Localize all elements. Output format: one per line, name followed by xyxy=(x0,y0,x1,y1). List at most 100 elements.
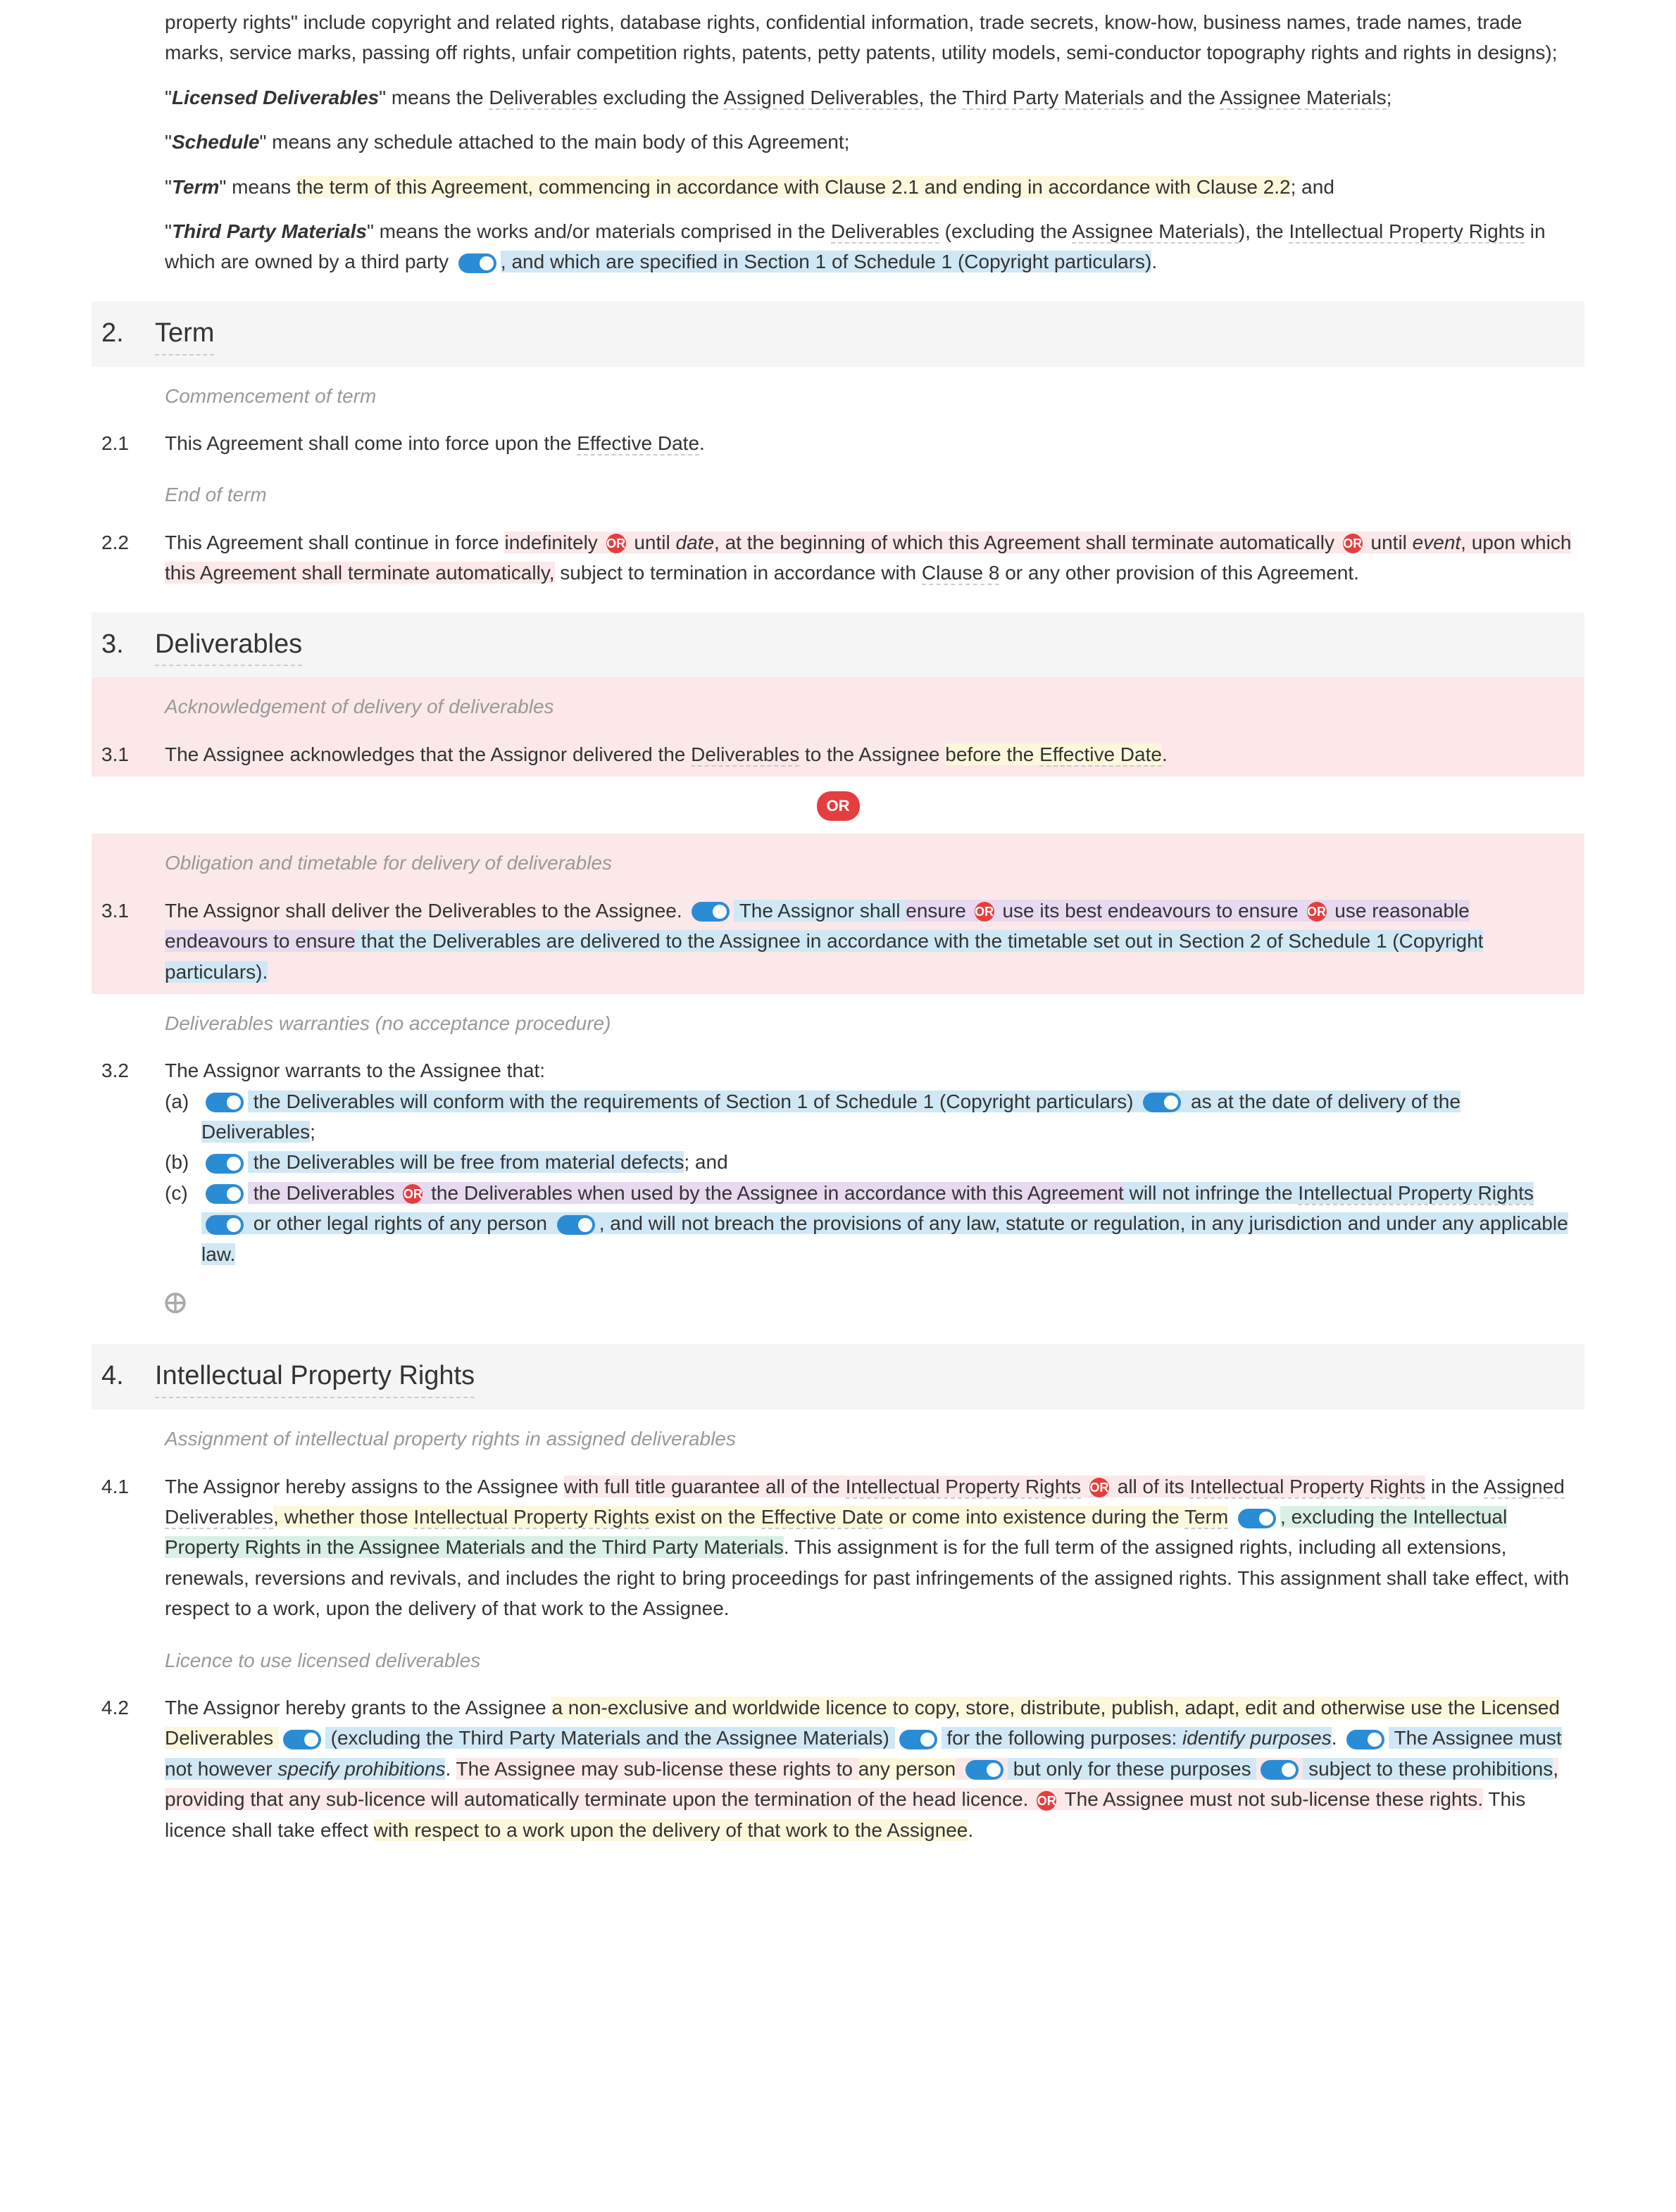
text: . xyxy=(445,1758,456,1780)
toggle-icon[interactable] xyxy=(965,1760,1003,1780)
or-badge[interactable]: OR xyxy=(403,1184,423,1204)
text: or any other provision of this Agreement… xyxy=(999,562,1359,584)
term: Third Party Materials xyxy=(172,220,367,242)
text: in the xyxy=(1425,1476,1484,1497)
toggle-icon[interactable] xyxy=(283,1730,321,1749)
toggle-icon[interactable] xyxy=(206,1093,244,1112)
text: ; and xyxy=(1291,176,1334,198)
text: with full title guarantee all of the xyxy=(564,1476,846,1497)
ref-ipr: Intellectual Property Rights xyxy=(1289,220,1525,244)
section-num: 3. xyxy=(92,624,155,667)
toggle-icon[interactable] xyxy=(1238,1509,1276,1528)
subtitle: Obligation and timetable for delivery of… xyxy=(92,834,1584,888)
text: before the xyxy=(945,743,1039,765)
clause-num: 2.1 xyxy=(92,428,165,458)
text: The Assignor hereby assigns to the Assig… xyxy=(165,1476,564,1497)
letter: (a) xyxy=(165,1086,201,1148)
clause-body: The Assignor shall deliver the Deliverab… xyxy=(165,896,1584,987)
text: ; xyxy=(310,1121,315,1143)
alt-block-1: Acknowledgement of delivery of deliverab… xyxy=(92,677,1584,777)
term: Term xyxy=(172,176,219,198)
section-num: 4. xyxy=(92,1355,155,1398)
clause-body: The Assignor warrants to the Assignee th… xyxy=(165,1055,1584,1269)
text: the Deliverables xyxy=(248,1182,400,1204)
ref-deliverables: Deliverables xyxy=(489,87,597,110)
ref-c8: Clause 8 xyxy=(922,562,1000,585)
opt-text: until xyxy=(1365,532,1413,553)
or-badge[interactable]: OR xyxy=(1307,902,1327,922)
section-num: 2. xyxy=(92,313,155,356)
ref-deliverables: Deliverables xyxy=(691,743,799,767)
clause-num: 3.1 xyxy=(92,739,165,769)
toggle-icon[interactable] xyxy=(899,1730,937,1749)
ref-ipr: Intellectual Property Rights xyxy=(846,1476,1082,1499)
text: " means the xyxy=(379,87,489,108)
text: will not infringe the xyxy=(1124,1182,1298,1204)
term: Licensed Deliverables xyxy=(172,87,379,108)
ref-ipr: Intellectual Property Rights xyxy=(413,1506,649,1529)
subtitle: Deliverables warranties (no acceptance p… xyxy=(92,994,1584,1048)
toggle-icon[interactable] xyxy=(1346,1730,1384,1749)
or-badge[interactable]: OR xyxy=(975,902,994,922)
clause-3-1b: 3.1 The Assignor shall deliver the Deliv… xyxy=(92,888,1584,994)
clause-3-2: 3.2 The Assignor warrants to the Assigne… xyxy=(92,1048,1584,1276)
def-schedule: "Schedule" means any schedule attached t… xyxy=(92,120,1584,164)
clause-body: The Assignor hereby grants to the Assign… xyxy=(165,1692,1584,1845)
clause-2-2: 2.2 This Agreement shall continue in for… xyxy=(92,520,1584,596)
hl-text: the term of this Agreement, commencing i… xyxy=(296,176,1291,198)
toggle-icon[interactable] xyxy=(557,1215,595,1235)
sub-a: (a) the Deliverables will conform with t… xyxy=(165,1086,1577,1148)
toggle-icon[interactable] xyxy=(206,1154,244,1174)
or-badge[interactable]: OR xyxy=(1089,1478,1109,1497)
text: ), the xyxy=(1239,220,1289,242)
subtitle: Assignment of intellectual property righ… xyxy=(92,1409,1584,1464)
clause-num: 3.2 xyxy=(92,1055,165,1269)
intro: The Assignor warrants to the Assignee th… xyxy=(165,1055,1577,1086)
toggle-icon[interactable] xyxy=(1143,1093,1181,1112)
text: , and will not breach the provisions of … xyxy=(599,1212,1186,1234)
toggle-icon[interactable] xyxy=(206,1184,244,1204)
section-title: Intellectual Property Rights xyxy=(155,1355,475,1398)
ref-am: Assignee Materials xyxy=(1072,220,1239,244)
or-badge-big[interactable]: OR xyxy=(817,791,860,821)
def-tpm: "Third Party Materials" means the works … xyxy=(92,209,1584,284)
text: The Assignee must not sub-license these … xyxy=(1059,1788,1483,1810)
clause-num: 4.1 xyxy=(92,1471,165,1624)
or-badge[interactable]: OR xyxy=(606,534,626,553)
ref-ipr: Intellectual Property Rights xyxy=(1189,1476,1425,1499)
toggle-icon[interactable] xyxy=(692,902,730,922)
text: the Deliverables will be free from mater… xyxy=(248,1151,684,1173)
clause-num: 3.1 xyxy=(92,896,165,987)
text: The Assignor shall deliver the Deliverab… xyxy=(165,900,687,922)
text: ; and xyxy=(684,1151,727,1173)
placeholder: identify purposes xyxy=(1182,1727,1332,1749)
text: but only for these purposes xyxy=(1008,1758,1256,1780)
text: . xyxy=(1332,1727,1343,1749)
text: or come into existence during the xyxy=(883,1506,1184,1528)
text: of any person xyxy=(422,1212,552,1234)
or-badge[interactable]: OR xyxy=(1037,1791,1056,1811)
plus-icon[interactable]: ⨁ xyxy=(165,1286,186,1307)
section-4-header: 4. Intellectual Property Rights xyxy=(92,1344,1584,1409)
ref-ed: Effective Date xyxy=(761,1506,884,1529)
text: or other legal rights xyxy=(248,1212,422,1234)
or-badge[interactable]: OR xyxy=(1343,534,1363,553)
section-title: Term xyxy=(155,313,214,356)
toggle-icon[interactable] xyxy=(1261,1760,1299,1780)
placeholder: specify prohibitions xyxy=(277,1758,445,1780)
text: the Deliverables will conform with the r… xyxy=(248,1091,1139,1112)
toggle-icon[interactable] xyxy=(458,253,496,273)
clause-3-1a: 3.1 The Assignee acknowledges that the A… xyxy=(92,732,1584,777)
ref-ed: Effective Date xyxy=(1039,743,1162,767)
ref-ed: Effective Date xyxy=(577,432,699,455)
ref-am: Assignee Materials xyxy=(1220,87,1387,110)
text: the Deliverables when used by the Assign… xyxy=(425,1182,1123,1204)
opt-text: use its best endeavours to ensure xyxy=(997,900,1304,922)
clause-4-2: 4.2 The Assignor hereby grants to the As… xyxy=(92,1685,1584,1852)
sub-c: (c) the Deliverables OR the Deliverables… xyxy=(165,1178,1577,1269)
text: The Assignee may sub-license these right… xyxy=(456,1758,858,1780)
clause-2-1: 2.1 This Agreement shall come into force… xyxy=(92,421,1584,465)
text: all of its xyxy=(1112,1476,1189,1497)
subtitle: Acknowledgement of delivery of deliverab… xyxy=(92,677,1584,731)
toggle-icon[interactable] xyxy=(206,1215,244,1235)
